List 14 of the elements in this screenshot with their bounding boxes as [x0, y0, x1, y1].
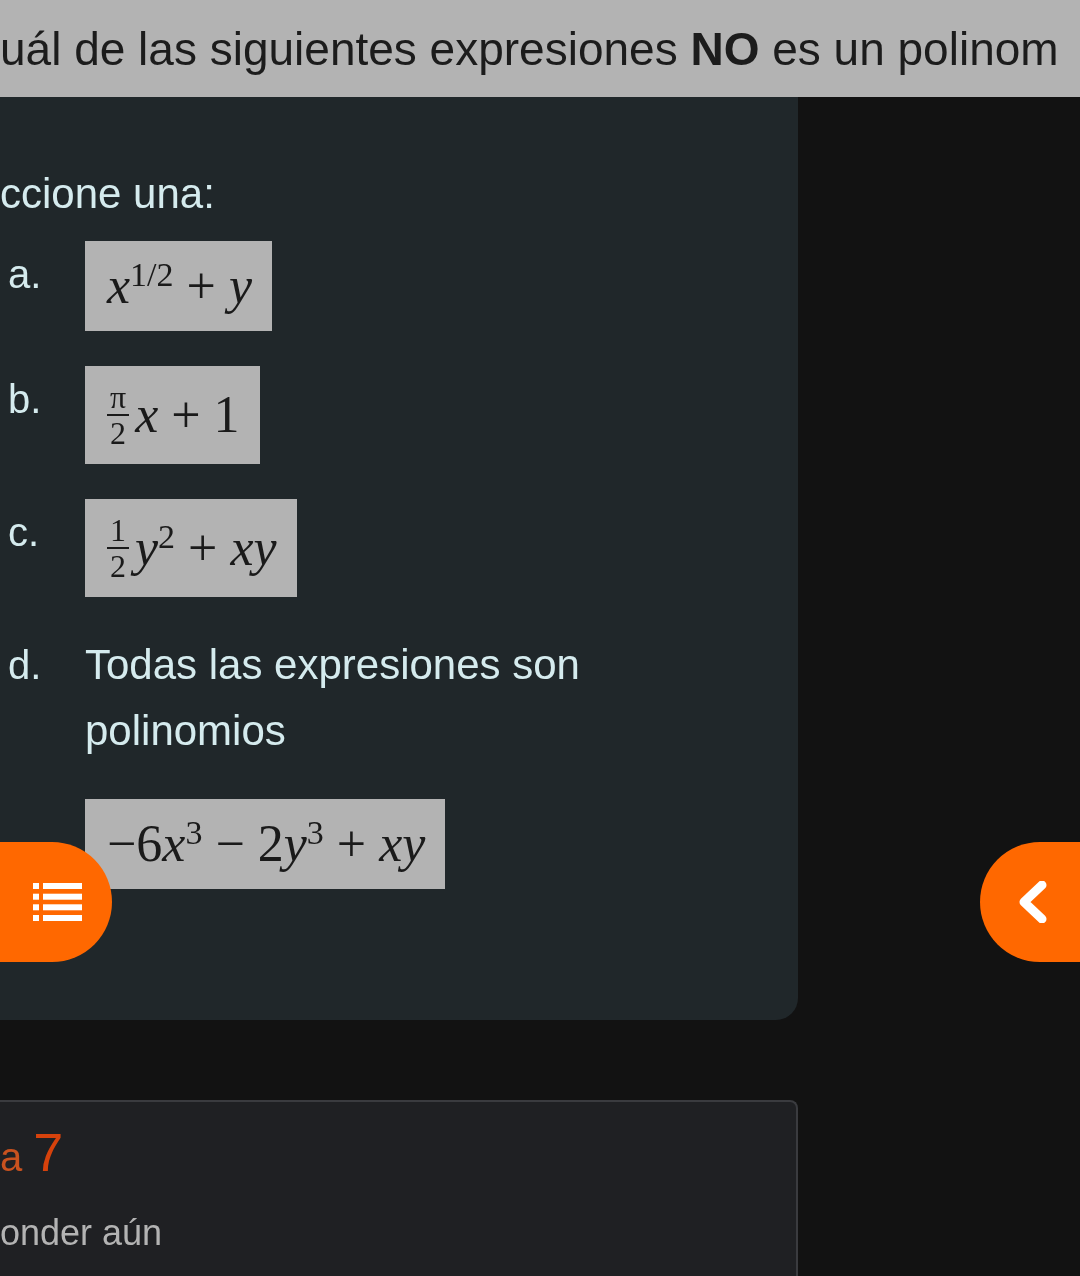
option-letter: d. — [8, 642, 43, 689]
prompt-text: ccione una: — [0, 170, 215, 217]
option-text: Todas las expresiones son polinomios — [85, 640, 581, 756]
list-icon — [33, 883, 82, 921]
math-expression: −6x$^{3}$ − 2y$^{3}$ + xy — [85, 799, 446, 889]
option-letter: a. — [8, 251, 43, 298]
question-text: uál de las siguientes expresiones NO es un polinom — [0, 21, 1059, 76]
option-letter: c. — [8, 509, 41, 556]
previous-button[interactable] — [980, 842, 1080, 962]
option-letter: b. — [8, 376, 43, 423]
question-number: 7 — [33, 1124, 64, 1180]
math-expression: x$^{1/2}$ + y — [85, 241, 272, 331]
question-label: a — [0, 1134, 23, 1181]
status-text: onder aún — [0, 1211, 164, 1255]
